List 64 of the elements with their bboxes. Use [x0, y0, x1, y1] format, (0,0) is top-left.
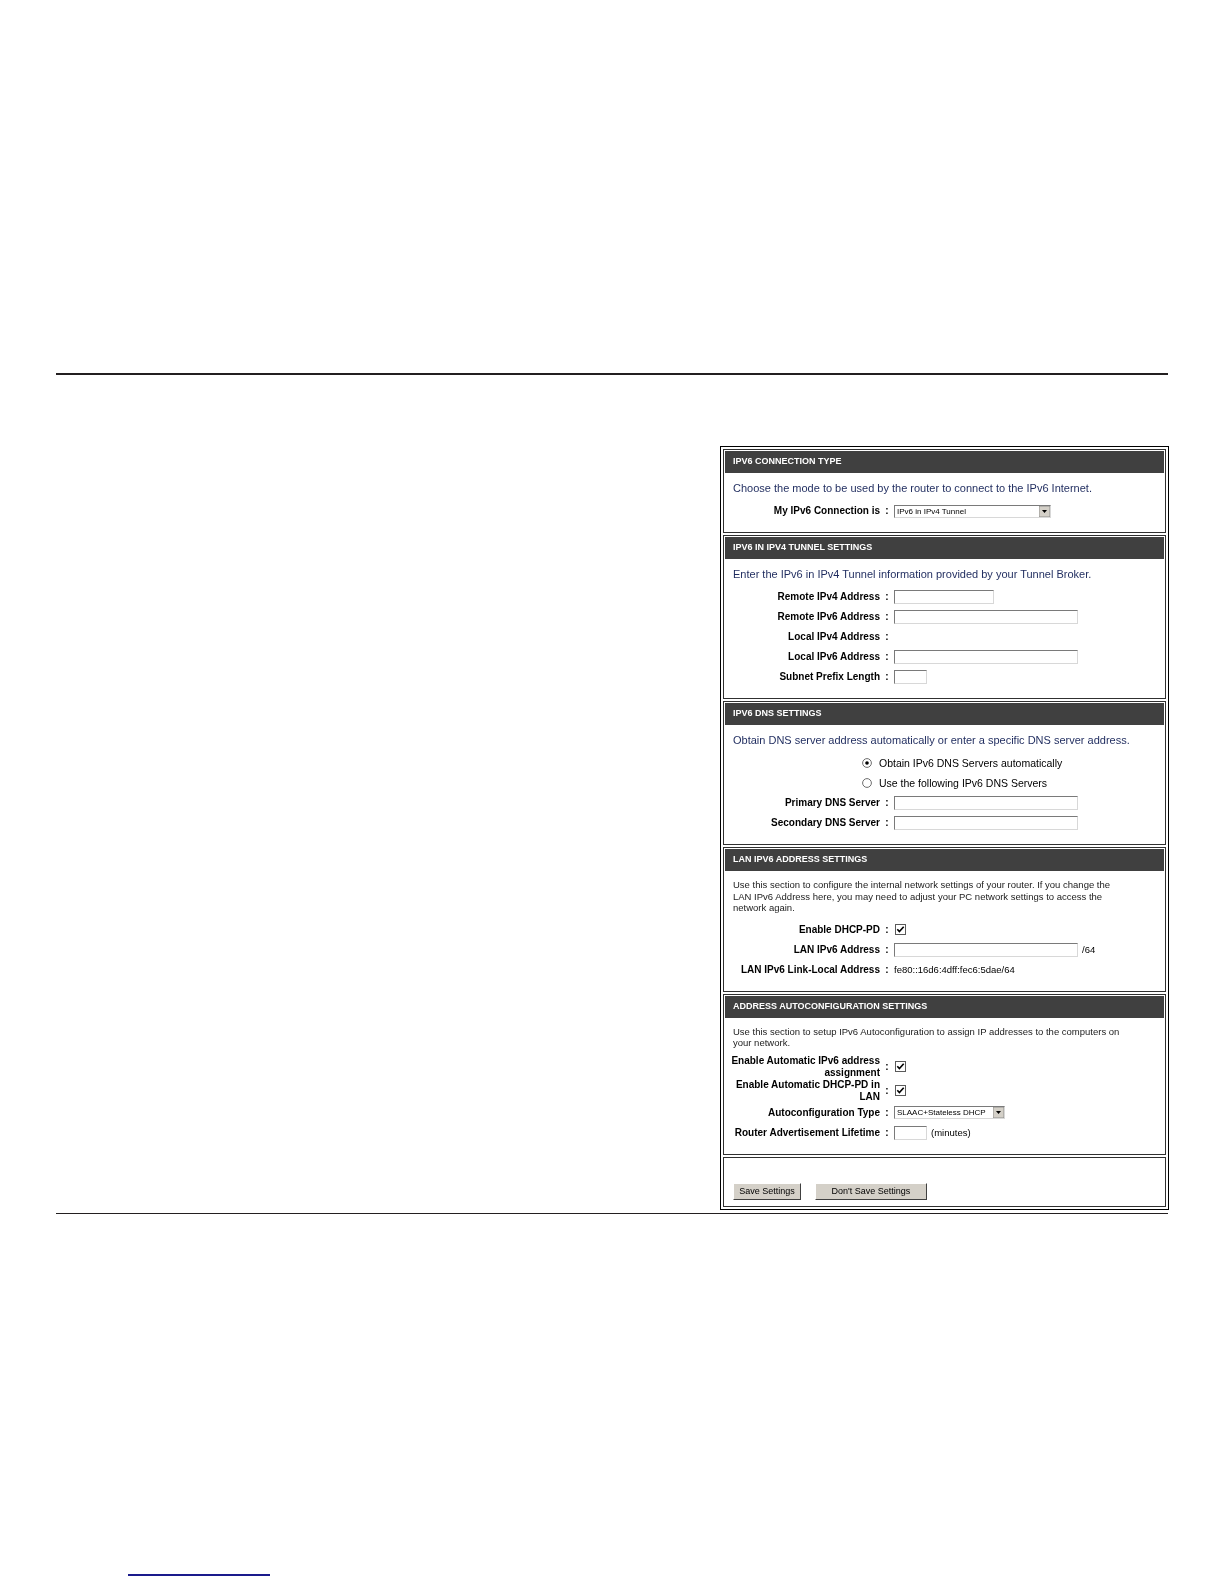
text-field[interactable] [894, 1125, 927, 1140]
section-header: ADDRESS AUTOCONFIGURATION SETTINGS [725, 995, 1164, 1018]
field-value: fe80::16d6:4dff:fec6:5dae/64 [894, 963, 1015, 976]
text-field[interactable] [894, 650, 1078, 664]
field-label: Primary DNS Server [784, 797, 880, 809]
field-label: Local IPv6 Address [788, 651, 880, 663]
section-description: Enter the IPv6 in IPv4 Tunnel information provided by your Tunnel Broker. [733, 567, 1093, 581]
label-colon: : [885, 651, 889, 663]
label-colon: : [885, 611, 889, 623]
caret-down-icon [1039, 505, 1050, 517]
field-label: Enable DHCP-PD [798, 923, 880, 936]
section-description: Use this section to setup IPv6 Autoconfiguration to assign IP addresses to the computers on your network. [733, 1025, 1121, 1049]
select-dropdown[interactable]: IPv6 in IPv4 Tunnel [894, 504, 1051, 518]
label-colon: : [885, 1126, 889, 1139]
option-label: Obtain IPv6 DNS Servers automatically [879, 757, 1063, 769]
unit-label: /64 [1082, 943, 1096, 956]
field-label: Remote IPv6 Address [777, 611, 880, 623]
section-description: Choose the mode to be used by the router to connect to the IPv6 Internet. [733, 481, 1093, 495]
section-description: Obtain DNS server address automatically or enter a specific DNS server address. [733, 733, 1131, 747]
field-label: My IPv6 Connection is [773, 505, 880, 517]
label-colon: : [885, 1106, 889, 1119]
label-colon: : [885, 591, 889, 603]
caret-down-icon [993, 1107, 1004, 1118]
label-colon: : [885, 1084, 889, 1097]
label-colon: : [885, 631, 889, 643]
field-label: Subnet Prefix Length [779, 671, 880, 683]
field-label: Local IPv4 Address [788, 631, 880, 643]
checkbox[interactable] [895, 1061, 906, 1072]
text-field[interactable] [894, 816, 1078, 830]
save-settings-button[interactable]: Save Settings [733, 1182, 801, 1200]
unit-label: (minutes) [931, 1126, 971, 1139]
field-label: Router Advertisement Lifetime [734, 1126, 880, 1139]
label-colon: : [885, 943, 889, 956]
field-label: Autoconfiguration Type [767, 1106, 880, 1119]
label-colon: : [885, 923, 889, 936]
section-header: IPV6 CONNECTION TYPE [725, 451, 1164, 473]
field-label: LAN IPv6 Link-Local Address [740, 963, 880, 976]
section-description: Use this section to configure the internal network settings of your router. If you change the LAN IPv6 Address here, you may need to adjust your PC network settings to access the network again. [733, 879, 1112, 914]
label-colon: : [885, 797, 889, 809]
dont-save-button[interactable]: Don't Save Settings [815, 1182, 927, 1200]
section-header: IPV6 IN IPV4 TUNNEL SETTINGS [725, 537, 1164, 559]
option-label: Use the following IPv6 DNS Servers [879, 777, 1048, 789]
section-header: IPV6 DNS SETTINGS [725, 703, 1164, 725]
label-colon: : [885, 671, 889, 683]
checkbox[interactable] [895, 924, 906, 935]
text-field[interactable] [894, 590, 994, 604]
field-label: Enable Automatic IPv6 address assignment [730, 1054, 880, 1079]
label-colon: : [885, 505, 889, 517]
label-colon: : [885, 1060, 889, 1073]
radio-button[interactable] [862, 778, 872, 788]
text-field[interactable] [894, 796, 1078, 810]
text-field[interactable] [894, 670, 927, 684]
checkbox[interactable] [895, 1085, 906, 1096]
section-header: LAN IPV6 ADDRESS SETTINGS [725, 849, 1164, 871]
text-field[interactable] [894, 610, 1078, 624]
label-colon: : [885, 817, 889, 829]
select-dropdown[interactable]: SLAAC+Stateless DHCP [894, 1106, 1005, 1119]
field-label: Enable Automatic DHCP-PD in LAN [734, 1078, 880, 1103]
field-label: Secondary DNS Server [771, 817, 880, 829]
label-colon: : [885, 963, 889, 976]
radio-button[interactable] [862, 758, 872, 768]
text-field[interactable] [894, 942, 1078, 957]
field-label: LAN IPv6 Address [793, 943, 880, 956]
field-label: Remote IPv4 Address [777, 591, 880, 603]
